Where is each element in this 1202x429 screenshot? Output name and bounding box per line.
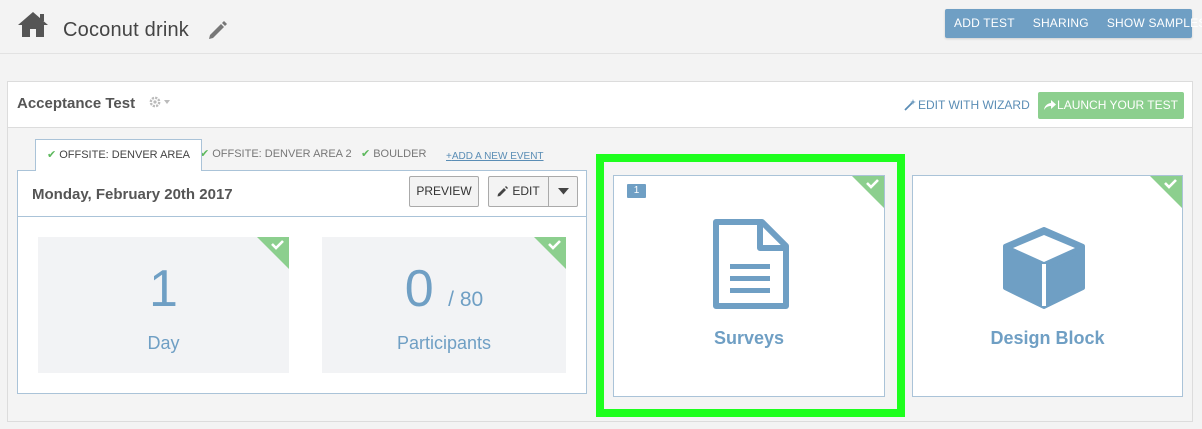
tab-boulder[interactable]: ✔ BOULDER: [361, 139, 426, 170]
preview-button[interactable]: PREVIEW: [409, 176, 479, 207]
days-stat: 1 Day: [38, 237, 289, 373]
check-icon: ✔: [47, 149, 57, 161]
design-block[interactable]: Design Block: [912, 175, 1183, 397]
design-block-label: Design Block: [990, 328, 1105, 348]
top-actions-group: ADD TEST SHARING SHOW SAMPLES: [945, 9, 1202, 38]
participants-label: Participants: [396, 333, 492, 353]
add-new-event-label: ADD A NEW EVENT: [451, 151, 544, 162]
launch-test-label: LAUNCH YOUR TEST: [1057, 98, 1178, 112]
event-date: Monday, February 20th 2017: [32, 186, 233, 203]
add-test-button[interactable]: ADD TEST: [945, 9, 1024, 38]
surveys-count-badge: 1: [627, 184, 646, 198]
edit-button[interactable]: EDIT: [488, 176, 549, 207]
check-icon: ✔: [361, 148, 371, 160]
edit-button-label: EDIT: [512, 184, 540, 198]
show-samples-button[interactable]: SHOW SAMPLES: [1098, 9, 1202, 38]
edit-dropdown-toggle[interactable]: [548, 176, 578, 207]
edit-with-wizard-label: EDIT WITH WIZARD: [918, 98, 1030, 112]
participants-capacity: / 80: [448, 288, 484, 311]
project-title: Coconut drink: [63, 19, 189, 41]
participants-stat: 0 / 80 Participants: [322, 237, 566, 373]
pencil-icon[interactable]: [206, 19, 228, 41]
top-bar: Coconut drink ADD TEST SHARING SHOW SAMP…: [0, 0, 1202, 54]
cube-icon: [1003, 227, 1085, 309]
tab-offsite-denver-area-2[interactable]: ✔ OFFSITE: DENVER AREA 2: [200, 139, 352, 170]
tab-offsite-denver-area[interactable]: ✔ OFFSITE: DENVER AREA: [35, 139, 203, 171]
tab-label: OFFSITE: DENVER AREA: [59, 149, 191, 161]
gear-icon[interactable]: [149, 95, 173, 109]
caret-down-icon: [558, 188, 569, 195]
add-new-event-link[interactable]: +ADD A NEW EVENT: [446, 141, 544, 172]
divider: [18, 216, 586, 217]
magic-wand-icon: [904, 99, 916, 111]
days-value: 1: [38, 259, 289, 319]
surveys-label: Surveys: [713, 328, 785, 348]
edit-with-wizard-link[interactable]: EDIT WITH WIZARD: [904, 98, 1030, 112]
check-corner-icon: [1150, 176, 1182, 208]
document-icon: [713, 219, 789, 309]
participants-number: 0: [404, 260, 434, 318]
tab-label: BOULDER: [373, 148, 427, 160]
test-name: Acceptance Test: [17, 95, 136, 112]
surveys-block[interactable]: 1 Surveys: [613, 175, 885, 397]
home-icon[interactable]: [16, 10, 50, 40]
event-card: Monday, February 20th 2017 PREVIEW EDIT …: [17, 170, 587, 394]
test-panel-header: Acceptance Test EDIT WITH WIZARD LAUNCH …: [8, 82, 1192, 128]
launch-test-button[interactable]: LAUNCH YOUR TEST: [1038, 92, 1184, 119]
days-label: Day: [147, 333, 180, 353]
days-number: 1: [149, 260, 178, 318]
check-corner-icon: [534, 237, 566, 269]
check-corner-icon: [257, 237, 289, 269]
sharing-button[interactable]: SHARING: [1024, 9, 1098, 38]
participants-value: 0 / 80: [322, 259, 566, 319]
share-arrow-icon: [1044, 100, 1057, 110]
check-corner-icon: [852, 176, 884, 208]
tab-label: OFFSITE: DENVER AREA 2: [212, 148, 352, 160]
pencil-icon: [497, 186, 509, 197]
